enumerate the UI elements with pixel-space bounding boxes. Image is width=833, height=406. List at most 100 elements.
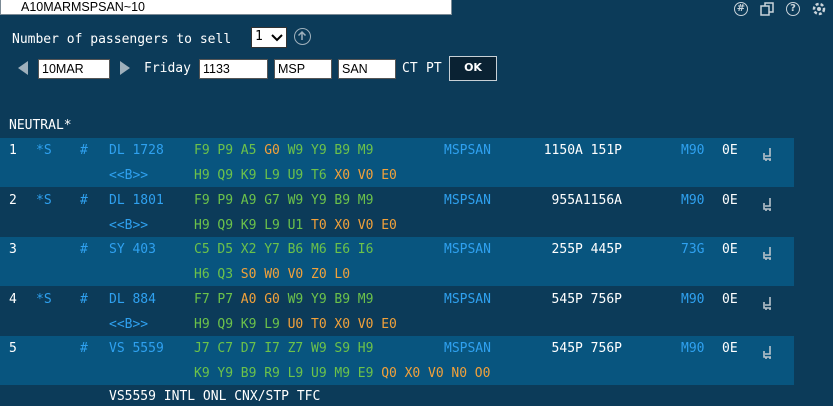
seat-class[interactable]: G0 [264, 292, 280, 307]
seat-class[interactable]: B9 [334, 193, 350, 208]
seat-class[interactable]: A0 [241, 292, 257, 307]
seat-class[interactable]: L9 [264, 168, 280, 183]
seat-map-icon[interactable] [762, 246, 774, 261]
seat-class[interactable]: E9 [358, 366, 374, 381]
seat-class[interactable]: T0 [311, 317, 327, 332]
seat-class[interactable]: X2 [241, 242, 257, 257]
seat-class[interactable]: W9 [288, 143, 304, 158]
seat-map-icon[interactable] [762, 147, 774, 162]
seat-map-icon[interactable] [762, 197, 774, 212]
seat-class[interactable]: V0 [358, 218, 374, 233]
seat-class[interactable]: X0 [334, 168, 350, 183]
date-input[interactable]: 10MAR [38, 59, 110, 79]
passengers-select[interactable]: 1 [251, 27, 287, 48]
seat-class[interactable]: K9 [241, 317, 257, 332]
seat-class[interactable]: E0 [381, 168, 397, 183]
seat-class[interactable]: T6 [311, 168, 327, 183]
row-hash-link[interactable]: # [80, 143, 88, 158]
seat-class[interactable]: L9 [264, 317, 280, 332]
copy-icon[interactable] [758, 0, 776, 18]
row-hash-link[interactable]: # [80, 341, 88, 356]
seat-class[interactable]: K9 [194, 366, 210, 381]
equipment-type[interactable]: M90 [681, 341, 704, 356]
seat-class[interactable]: U0 [288, 317, 304, 332]
seat-class[interactable]: Y9 [311, 143, 327, 158]
seat-class[interactable]: J7 [194, 341, 210, 356]
seat-class[interactable]: U1 [288, 218, 304, 233]
codeshare-link[interactable]: <<B>> [109, 218, 148, 233]
codeshare-link[interactable]: <<B>> [109, 317, 148, 332]
seat-class[interactable]: A9 [241, 193, 257, 208]
seat-class[interactable]: I7 [264, 341, 280, 356]
seat-class[interactable]: W0 [264, 267, 280, 282]
seat-class[interactable]: K9 [241, 168, 257, 183]
seat-class[interactable]: L9 [264, 218, 280, 233]
seat-class[interactable]: E0 [381, 218, 397, 233]
hash-circle-icon[interactable]: # [732, 0, 750, 18]
seat-class[interactable]: B9 [241, 366, 257, 381]
seat-class[interactable]: S0 [241, 267, 257, 282]
seat-class[interactable]: M6 [311, 242, 327, 257]
seat-class[interactable]: W9 [311, 341, 327, 356]
seat-class[interactable]: Y9 [311, 193, 327, 208]
seat-class[interactable]: Q3 [217, 267, 233, 282]
row-hash-link[interactable]: # [80, 193, 88, 208]
seat-class[interactable]: A5 [241, 143, 257, 158]
seat-class[interactable]: Q9 [217, 218, 233, 233]
seat-class[interactable]: R9 [264, 366, 280, 381]
seat-class[interactable]: Z7 [288, 341, 304, 356]
seat-class[interactable]: G0 [264, 143, 280, 158]
seat-class[interactable]: B6 [288, 242, 304, 257]
codeshare-link[interactable]: <<B>> [109, 168, 148, 183]
seat-class[interactable]: V0 [288, 267, 304, 282]
table-row[interactable]: 2 *S # DL 1801 <<B>> F9 P9 A9 G7 W9 Y9 B9 M9 H9 Q9 K9 L9… [0, 188, 794, 237]
seat-class[interactable]: P9 [217, 143, 233, 158]
seat-class[interactable]: H6 [194, 267, 210, 282]
seat-class[interactable]: Y7 [264, 242, 280, 257]
seat-class[interactable]: C7 [217, 341, 233, 356]
seat-class[interactable]: Y9 [217, 366, 233, 381]
seat-class[interactable]: F7 [194, 292, 210, 307]
table-row[interactable]: 3 # SY 403 C5 D5 X2 Y7 B6 M6 E6 I6 H6 Q3 S0 W0 V0 Z0 L0 MS… [0, 237, 794, 286]
seat-class[interactable]: H9 [358, 341, 374, 356]
seat-class[interactable]: S9 [334, 341, 350, 356]
seat-class[interactable]: F9 [194, 193, 210, 208]
seat-class[interactable]: P7 [217, 292, 233, 307]
seat-class[interactable]: Z0 [311, 267, 327, 282]
seat-class[interactable]: H9 [194, 218, 210, 233]
help-icon[interactable]: ? [784, 0, 802, 18]
table-row[interactable]: 4 *S # DL 884 <<B>> F7 P7 A0 G0 W9 Y9 B9 M9 H9 Q9 K9 L9 U… [0, 287, 794, 336]
time-input[interactable]: 1133 [199, 59, 268, 79]
seat-class[interactable]: D5 [217, 242, 233, 257]
table-row[interactable]: 1 *S # DL 1728 <<B>> F9 P9 A5 G0 W9 Y9 B9 M9 H9 Q9 K9 L9… [0, 138, 794, 187]
flight-number[interactable]: DL 884 [109, 292, 156, 307]
seat-class[interactable]: D7 [241, 341, 257, 356]
seat-class[interactable]: H9 [194, 168, 210, 183]
seat-class[interactable]: Q9 [217, 168, 233, 183]
seat-class[interactable]: X0 [334, 317, 350, 332]
scroll-up-icon[interactable] [294, 28, 311, 45]
seat-class[interactable]: L9 [288, 366, 304, 381]
seat-class[interactable]: W9 [288, 292, 304, 307]
flight-number[interactable]: DL 1728 [109, 143, 164, 158]
flight-number[interactable]: SY 403 [109, 242, 156, 257]
seat-class[interactable]: G7 [264, 193, 280, 208]
seat-class[interactable]: F9 [194, 143, 210, 158]
seat-class[interactable]: Q9 [217, 317, 233, 332]
seat-class[interactable]: M9 [358, 193, 374, 208]
row-hash-link[interactable]: # [80, 242, 88, 257]
seat-class[interactable]: V0 [428, 366, 444, 381]
seat-class[interactable]: U9 [311, 366, 327, 381]
equipment-type[interactable]: M90 [681, 143, 704, 158]
seat-class[interactable]: P9 [217, 193, 233, 208]
command-input[interactable] [0, 0, 452, 15]
ok-button[interactable]: OK [449, 56, 497, 81]
seat-class[interactable]: C5 [194, 242, 210, 257]
seat-class[interactable]: M9 [358, 143, 374, 158]
destination-input[interactable]: SAN [338, 59, 396, 79]
seat-class[interactable]: V0 [358, 317, 374, 332]
flight-number[interactable]: VS 5559 [109, 341, 164, 356]
seat-class[interactable]: Q0 [381, 366, 397, 381]
seat-class[interactable]: B9 [334, 292, 350, 307]
seat-class[interactable]: V0 [358, 168, 374, 183]
